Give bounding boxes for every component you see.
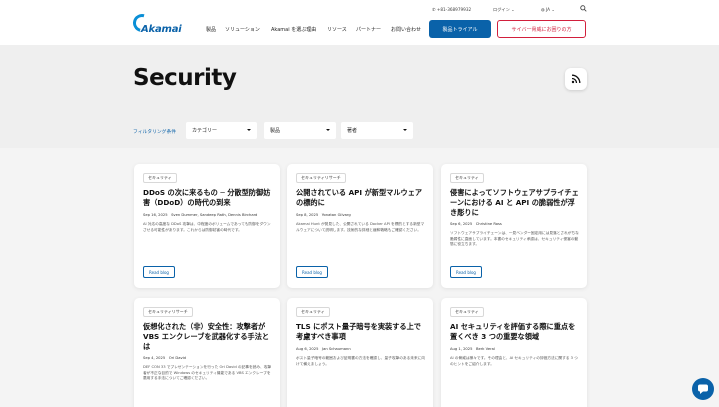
card-excerpt: ソフトウェアサプライチェーンは、一見ベンダー固定用には見落とされがちな脆弱性に直… xyxy=(450,231,579,246)
nav-contact[interactable]: お問い合わせ xyxy=(391,26,421,33)
card-authors: Jan Schaumann xyxy=(321,347,351,351)
category-tag[interactable]: セキュリティ xyxy=(143,173,177,183)
blog-card[interactable]: セキュリティ TLS にポスト量子暗号を実装する上で考慮すべき事項 Aug 6,… xyxy=(287,298,433,407)
nav-resources[interactable]: リソース xyxy=(327,26,347,33)
chevron-down-icon: ⌄ xyxy=(550,7,555,12)
page-title: Security xyxy=(133,65,237,91)
read-blog-button[interactable]: Read blog xyxy=(296,266,328,278)
card-authors: Christine Ross xyxy=(475,222,502,226)
category-filter[interactable]: カテゴリー xyxy=(186,122,257,139)
card-meta: Sep 4, 2025 Ori David xyxy=(143,356,186,360)
product-filter[interactable]: 製品 xyxy=(264,122,336,139)
card-meta: Aug 1, 2025 Berk Veral xyxy=(450,347,495,351)
category-tag[interactable]: セキュリティ xyxy=(450,307,484,317)
phone-number: +81-368979932 xyxy=(436,7,472,12)
category-tag[interactable]: セキュリティリサーチ xyxy=(143,307,193,317)
category-tag[interactable]: セキュリティ xyxy=(450,173,484,183)
read-blog-button[interactable]: Read blog xyxy=(143,266,175,278)
card-authors: Ori David xyxy=(168,356,186,360)
card-authors: Berk Veral xyxy=(475,347,495,351)
filter-label: フィルタリング条件 xyxy=(133,130,177,135)
nav-solutions[interactable]: ソリューション xyxy=(225,26,260,33)
product-filter-label: 製品 xyxy=(270,128,281,134)
card-meta: Sep 8, 2025 Yonatan Gilvarg xyxy=(296,213,351,217)
rss-icon xyxy=(571,74,581,84)
chat-icon xyxy=(698,384,708,394)
card-excerpt: ポスト量子暗号の範囲および証明書の方法を確認し、量子攻撃のある未来に向けて備えま… xyxy=(296,356,426,366)
card-title[interactable]: TLS にポスト量子暗号を実装する上で考慮すべき事項 xyxy=(296,322,426,342)
card-excerpt: Akamai Hunt が発見した、公開されている Docker API を標的… xyxy=(296,222,425,232)
chevron-down-icon xyxy=(247,129,251,131)
chevron-down-icon xyxy=(403,129,407,131)
chevron-down-icon: ⌄ xyxy=(511,7,515,12)
site-header: Akamai ✆ +81-368979932 ログイン ⌄ ◍ JA ⌄ 製品 … xyxy=(0,0,719,45)
card-title[interactable]: AI セキュリティを評価する際に重点を置くべき 3 つの重要な領域 xyxy=(450,322,580,342)
language-selector[interactable]: ◍ JA ⌄ xyxy=(541,7,555,12)
blog-card[interactable]: セキュリティリサーチ 公開されている API が新型マルウェアの標的に Sep … xyxy=(287,164,433,288)
nav-products[interactable]: 製品 xyxy=(206,26,216,33)
author-filter[interactable]: 著者 xyxy=(341,122,413,139)
read-blog-button[interactable]: Read blog xyxy=(450,266,482,278)
card-title[interactable]: 仮想化された（非）安全性：攻撃者が VBS エンクレーブを武器化する手法とは xyxy=(143,322,273,352)
login-label: ログイン xyxy=(493,7,510,12)
card-date: Aug 1, 2025 xyxy=(450,347,473,351)
card-authors: Yonatan Gilvarg xyxy=(321,213,351,217)
card-title[interactable]: 侵害によってソフトウェアサプライチェーンにおける AI と API の脆弱性が浮… xyxy=(450,188,580,218)
card-date: Aug 6, 2025 xyxy=(296,347,319,351)
nav-partners[interactable]: パートナー xyxy=(356,26,381,33)
category-filter-label: カテゴリー xyxy=(192,128,218,134)
card-date: Sep 4, 2025 xyxy=(143,356,166,360)
login-link[interactable]: ログイン ⌄ xyxy=(493,7,515,13)
card-title[interactable]: 公開されている API が新型マルウェアの標的に xyxy=(296,188,426,208)
card-meta: Sep 16, 2025 Sven Dummer, Sandeep Rath, … xyxy=(143,213,257,217)
blog-card[interactable]: セキュリティ AI セキュリティを評価する際に重点を置くべき 3 つの重要な領域… xyxy=(441,298,587,407)
card-meta: Sep 6, 2025 Christine Ross xyxy=(450,222,502,226)
phone-link[interactable]: ✆ +81-368979932 xyxy=(432,7,471,12)
under-attack-button[interactable]: サイバー脅威にお困りの方 xyxy=(497,20,586,38)
product-trial-button[interactable]: 製品トライアル xyxy=(429,20,491,38)
card-meta: Aug 6, 2025 Jan Schaumann xyxy=(296,347,351,351)
author-filter-label: 著者 xyxy=(347,128,358,134)
blog-card[interactable]: セキュリティ DDoS の次に来るもの ─ 分散型防御妨害（DDoD）の時代の到… xyxy=(134,164,280,288)
card-title[interactable]: DDoS の次に来るもの ─ 分散型防御妨害（DDoD）の時代の到来 xyxy=(143,188,273,208)
blog-card[interactable]: セキュリティ 侵害によってソフトウェアサプライチェーンにおける AI と API… xyxy=(441,164,587,288)
card-date: Sep 8, 2025 xyxy=(296,213,319,217)
chevron-down-icon xyxy=(326,129,330,131)
card-date: Sep 16, 2025 xyxy=(143,213,168,217)
card-excerpt: AI の脅威は様々です。その理由と、AI セキュリティの評価方法に関する 3 つ… xyxy=(450,356,578,366)
card-excerpt: AI 対応の高度な DDoS 攻撃は、中程度のボリュームであっても防御をダウンさ… xyxy=(143,222,271,232)
blog-card[interactable]: セキュリティリサーチ 仮想化された（非）安全性：攻撃者が VBS エンクレーブを… xyxy=(134,298,280,407)
chat-button[interactable] xyxy=(692,378,714,400)
category-tag[interactable]: セキュリティ xyxy=(296,307,330,317)
card-date: Sep 6, 2025 xyxy=(450,222,473,226)
logo-text[interactable]: Akamai xyxy=(141,24,182,35)
search-icon[interactable] xyxy=(580,5,587,12)
card-authors: Sven Dummer, Sandeep Rath, Dennis Bircha… xyxy=(171,213,258,217)
category-tag[interactable]: セキュリティリサーチ xyxy=(296,173,346,183)
nav-why-akamai[interactable]: Akamai を選ぶ理由 xyxy=(271,26,316,33)
card-excerpt: DEF CON 33 でプレゼンテーションを行った Ori David の記事を… xyxy=(143,365,272,380)
rss-button[interactable] xyxy=(565,68,587,90)
